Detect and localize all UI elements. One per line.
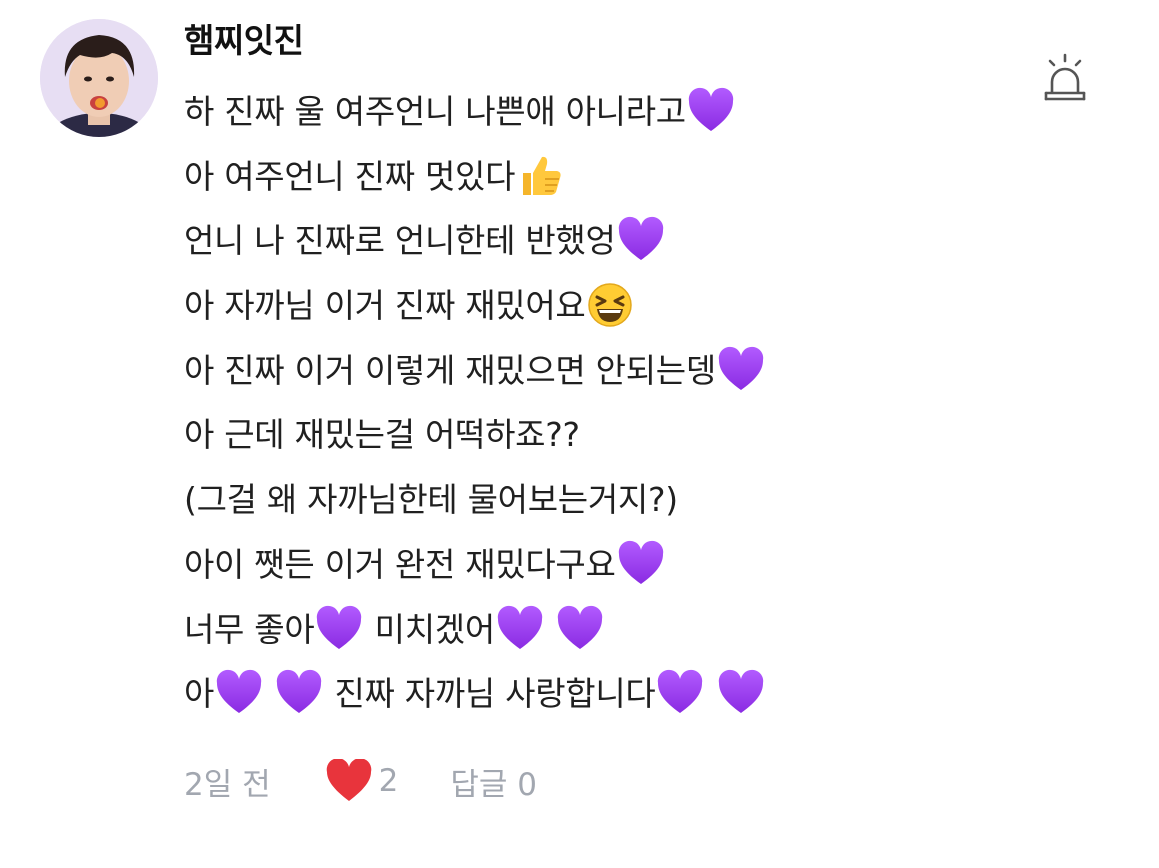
comment-line-text: 아 여주언니 진짜 멋있다	[184, 156, 516, 196]
comment-line: (그걸 왜 자까님한테 물어보는거지?)	[184, 468, 1084, 533]
comment-line-text: 아 진짜 이거 이렇게 재밌으면 안되는뎅	[184, 350, 716, 390]
comment-line-text: 진짜 자까님 사랑합니다	[334, 674, 656, 714]
purple-heart-icon	[495, 604, 545, 654]
purple-heart-icon	[686, 86, 736, 136]
comment-line: 아 진짜 이거 이렇게 재밌으면 안되는뎅	[184, 339, 1084, 404]
grinning-squinting-face-icon	[585, 280, 635, 330]
comment-line: 너무 좋아 미치겠어	[184, 598, 1084, 663]
comment-line: 하 진짜 울 여주언니 나쁜애 아니라고	[184, 80, 1084, 145]
thumbs-up-icon	[515, 151, 565, 201]
avatar[interactable]	[40, 19, 158, 137]
heart-icon[interactable]	[325, 759, 373, 803]
purple-heart-icon	[616, 215, 666, 265]
comment-line: 아 진짜 자까님 사랑합니다	[184, 662, 1084, 727]
comment-line-text: 아	[184, 674, 215, 714]
like-button[interactable]: 2	[325, 759, 399, 803]
comment-card: 햄찌잇진 하 진짜 울 여주언니 나쁜애 아니라고 아 여주언니 진짜 멋있다 …	[0, 0, 1159, 868]
purple-heart-icon	[274, 668, 324, 718]
purple-heart-icon	[616, 539, 666, 589]
purple-heart-icon	[314, 604, 364, 654]
purple-heart-icon	[716, 345, 766, 395]
comment-line-text: 하 진짜 울 여주언니 나쁜애 아니라고	[184, 92, 686, 131]
comment-meta: 2일 전 2 답글 0	[184, 755, 537, 807]
purple-heart-icon	[655, 668, 705, 718]
purple-heart-icon	[555, 604, 605, 654]
purple-heart-icon	[214, 668, 264, 718]
reply-button[interactable]: 답글 0	[450, 759, 537, 804]
comment-line: 아 여주언니 진짜 멋있다	[184, 145, 1084, 210]
comment-line-text: 언니 나 진짜로 언니한테 반했엉	[184, 221, 616, 261]
comment-line-text: 미치겠어	[374, 609, 496, 649]
comment-line: 아이 쨋든 이거 완전 재밌다구요	[184, 533, 1084, 598]
timestamp: 2일 전	[184, 766, 271, 803]
avatar-image	[40, 19, 158, 137]
comment-body: 하 진짜 울 여주언니 나쁜애 아니라고 아 여주언니 진짜 멋있다 언니 나 …	[184, 80, 1084, 727]
comment-line-text: 아 자까님 이거 진짜 재밌어요	[184, 286, 586, 326]
comment-line-text: (그걸 왜 자까님한테 물어보는거지?)	[184, 480, 678, 520]
comment-line: 아 자까님 이거 진짜 재밌어요	[184, 274, 1084, 339]
comment-line-text: 너무 좋아	[184, 609, 315, 649]
comment-line-text: 아이 쨋든 이거 완전 재밌다구요	[184, 544, 616, 584]
comment-line: 아 근데 재밌는걸 어떡하죠??	[184, 403, 1084, 468]
purple-heart-icon	[716, 668, 766, 718]
username[interactable]: 햄찌잇진	[184, 18, 304, 64]
comment-line: 언니 나 진짜로 언니한테 반했엉	[184, 209, 1084, 274]
comment-line-text: 아 근데 재밌는걸 어떡하죠??	[184, 415, 580, 455]
like-count: 2	[378, 763, 399, 799]
